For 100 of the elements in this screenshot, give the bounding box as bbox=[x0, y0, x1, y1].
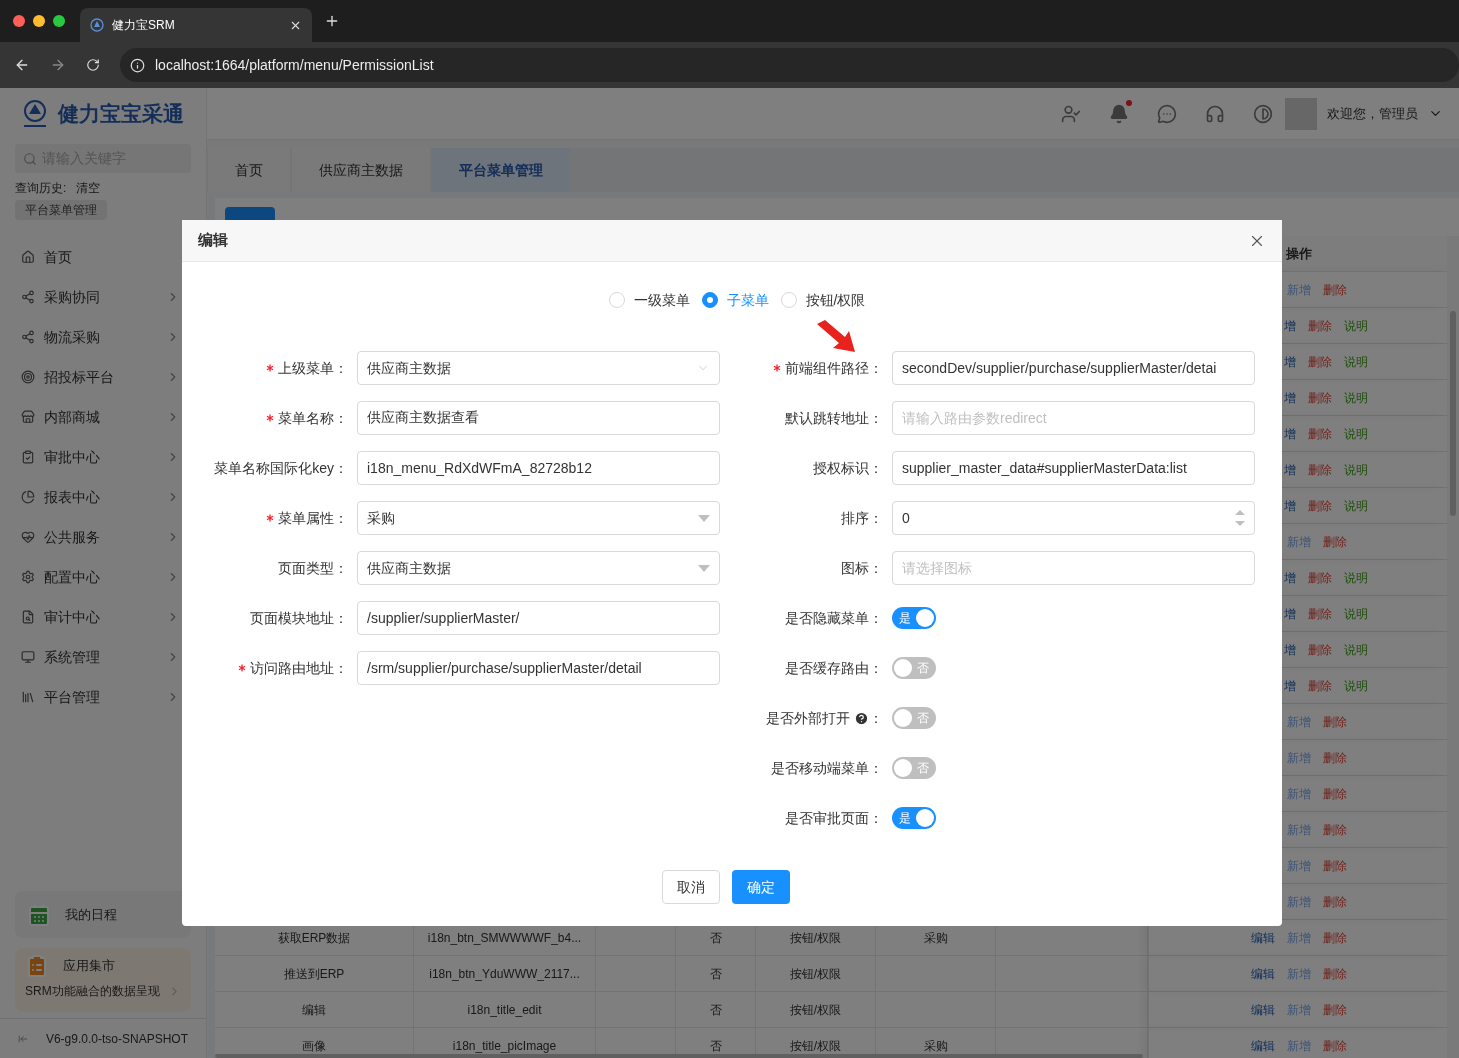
contrast-icon[interactable] bbox=[1253, 103, 1273, 124]
row-action-link[interactable]: 增 bbox=[1284, 604, 1296, 623]
row-action-link[interactable]: 说明 bbox=[1344, 424, 1368, 443]
nav-item[interactable]: 配置中心 bbox=[0, 557, 206, 597]
address-bar[interactable]: localhost:1664/platform/menu/PermissionList bbox=[120, 48, 1459, 82]
select-field[interactable]: 供应商主数据 bbox=[357, 551, 720, 585]
row-action-link[interactable]: 删除 bbox=[1308, 316, 1332, 335]
row-action-link[interactable]: 删除 bbox=[1323, 280, 1347, 299]
history-tag[interactable]: 平台菜单管理 bbox=[15, 200, 107, 220]
nav-item[interactable]: 报表中心 bbox=[0, 477, 206, 517]
text-field[interactable]: 请选择图标 bbox=[892, 551, 1255, 585]
row-action-link[interactable]: 增 bbox=[1284, 424, 1296, 443]
row-action-link[interactable]: 编辑 bbox=[1251, 1000, 1275, 1019]
page-tab[interactable]: 供应商主数据 bbox=[292, 148, 430, 192]
radio-option[interactable]: 子菜单 bbox=[701, 289, 769, 311]
row-action-link[interactable]: 删除 bbox=[1308, 604, 1332, 623]
row-action-link[interactable]: 增 bbox=[1284, 388, 1296, 407]
text-field[interactable]: /supplier/supplierMaster/ bbox=[357, 601, 720, 635]
row-action-link[interactable]: 删除 bbox=[1323, 784, 1347, 803]
radio-button[interactable] bbox=[701, 292, 718, 308]
row-action-link[interactable]: 增 bbox=[1284, 316, 1296, 335]
nav-item[interactable]: 采购协同 bbox=[0, 277, 206, 317]
page-tab[interactable]: 首页 bbox=[208, 148, 290, 192]
row-action-link[interactable]: 删除 bbox=[1323, 820, 1347, 839]
market-card[interactable]: 应用集市 SRM功能融合的数据呈现 bbox=[15, 948, 191, 1012]
text-field[interactable]: secondDev/supplier/purchase/supplierMaster/detai bbox=[892, 351, 1255, 385]
text-field[interactable]: i18n_menu_RdXdWFmA_82728b12 bbox=[357, 451, 720, 485]
number-field[interactable]: 0 bbox=[892, 501, 1255, 535]
nav-item[interactable]: 物流采购 bbox=[0, 317, 206, 357]
nav-item[interactable]: 审批中心 bbox=[0, 437, 206, 477]
text-field[interactable]: 请输入路由参数redirect bbox=[892, 401, 1255, 435]
row-action-link[interactable]: 删除 bbox=[1323, 928, 1347, 947]
back-icon[interactable] bbox=[14, 57, 30, 73]
nav-item[interactable]: 内部商城 bbox=[0, 397, 206, 437]
row-action-link[interactable]: 增 bbox=[1284, 676, 1296, 695]
nav-item[interactable]: 审计中心 bbox=[0, 597, 206, 637]
bell-icon[interactable] bbox=[1109, 103, 1129, 124]
row-action-link[interactable]: 说明 bbox=[1344, 676, 1368, 695]
row-action-link[interactable]: 说明 bbox=[1344, 316, 1368, 335]
row-action-link[interactable]: 删除 bbox=[1308, 676, 1332, 695]
row-action-link[interactable]: 说明 bbox=[1344, 388, 1368, 407]
text-field[interactable]: 供应商主数据查看 bbox=[357, 401, 720, 435]
row-action-link[interactable]: 说明 bbox=[1344, 640, 1368, 659]
vertical-scrollbar[interactable] bbox=[1450, 311, 1456, 516]
row-action-link[interactable]: 删除 bbox=[1323, 712, 1347, 731]
row-action-link[interactable]: 删除 bbox=[1308, 388, 1332, 407]
row-action-link[interactable]: 说明 bbox=[1344, 568, 1368, 587]
nav-item[interactable]: 平台管理 bbox=[0, 677, 206, 717]
nav-item[interactable]: 系统管理 bbox=[0, 637, 206, 677]
row-action-link[interactable]: 说明 bbox=[1344, 496, 1368, 515]
text-field[interactable]: /srm/supplier/purchase/supplierMaster/detail bbox=[357, 651, 720, 685]
row-action-link[interactable]: 说明 bbox=[1344, 460, 1368, 479]
info-icon[interactable] bbox=[130, 57, 145, 73]
confirm-button[interactable]: 确定 bbox=[732, 870, 790, 904]
row-action-link[interactable]: 删除 bbox=[1308, 352, 1332, 371]
row-action-link[interactable]: 删除 bbox=[1323, 856, 1347, 875]
row-action-link[interactable]: 删除 bbox=[1323, 1000, 1347, 1019]
row-action-link[interactable]: 删除 bbox=[1308, 640, 1332, 659]
new-tab-icon[interactable] bbox=[324, 13, 340, 29]
row-action-link[interactable]: 说明 bbox=[1344, 604, 1368, 623]
help-icon[interactable] bbox=[854, 710, 869, 726]
row-action-link[interactable]: 编辑 bbox=[1251, 928, 1275, 947]
row-action-link[interactable]: 删除 bbox=[1308, 424, 1332, 443]
page-tab[interactable]: 平台菜单管理 bbox=[432, 148, 570, 192]
row-action-link[interactable]: 增 bbox=[1284, 352, 1296, 371]
toggle-switch[interactable]: 否 bbox=[892, 657, 936, 679]
text-field[interactable]: supplier_master_data#supplierMasterData:list bbox=[892, 451, 1255, 485]
clear-link[interactable]: 清空 bbox=[76, 179, 101, 197]
row-action-link[interactable]: 删除 bbox=[1323, 892, 1347, 911]
radio-option[interactable]: 按钮/权限 bbox=[780, 289, 866, 311]
forward-icon[interactable] bbox=[50, 57, 66, 73]
row-action-link[interactable]: 删除 bbox=[1308, 496, 1332, 515]
user-icon[interactable] bbox=[1061, 103, 1081, 124]
toggle-switch[interactable]: 是 bbox=[892, 607, 936, 629]
row-action-link[interactable]: 编辑 bbox=[1251, 964, 1275, 983]
stepper-icon[interactable] bbox=[1235, 508, 1245, 528]
select-field[interactable]: 采购 bbox=[357, 501, 720, 535]
browser-tab[interactable]: 健力宝SRM bbox=[80, 8, 312, 42]
row-action-link[interactable]: 增 bbox=[1284, 640, 1296, 659]
headset-icon[interactable] bbox=[1205, 103, 1225, 124]
row-action-link[interactable]: 删除 bbox=[1323, 964, 1347, 983]
toggle-switch[interactable]: 否 bbox=[892, 757, 936, 779]
schedule-card[interactable]: 我的日程 bbox=[15, 891, 191, 938]
row-action-link[interactable]: 增 bbox=[1284, 568, 1296, 587]
toggle-switch[interactable]: 否 bbox=[892, 707, 936, 729]
row-action-link[interactable]: 删除 bbox=[1323, 748, 1347, 767]
nav-item[interactable]: 公共服务 bbox=[0, 517, 206, 557]
row-action-link[interactable]: 编辑 bbox=[1251, 1036, 1275, 1055]
nav-item[interactable]: 招投标平台 bbox=[0, 357, 206, 397]
row-action-link[interactable]: 增 bbox=[1284, 460, 1296, 479]
radio-option[interactable]: 一级菜单 bbox=[608, 289, 690, 311]
row-action-link[interactable]: 删除 bbox=[1308, 568, 1332, 587]
row-action-link[interactable]: 删除 bbox=[1323, 1036, 1347, 1055]
toggle-switch[interactable]: 是 bbox=[892, 807, 936, 829]
row-action-link[interactable]: 说明 bbox=[1344, 352, 1368, 371]
cancel-button[interactable]: 取消 bbox=[662, 870, 720, 904]
reload-icon[interactable] bbox=[86, 58, 100, 72]
row-action-link[interactable]: 删除 bbox=[1323, 532, 1347, 551]
row-action-link[interactable]: 增 bbox=[1284, 496, 1296, 515]
select-field[interactable]: 供应商主数据 bbox=[357, 351, 720, 385]
